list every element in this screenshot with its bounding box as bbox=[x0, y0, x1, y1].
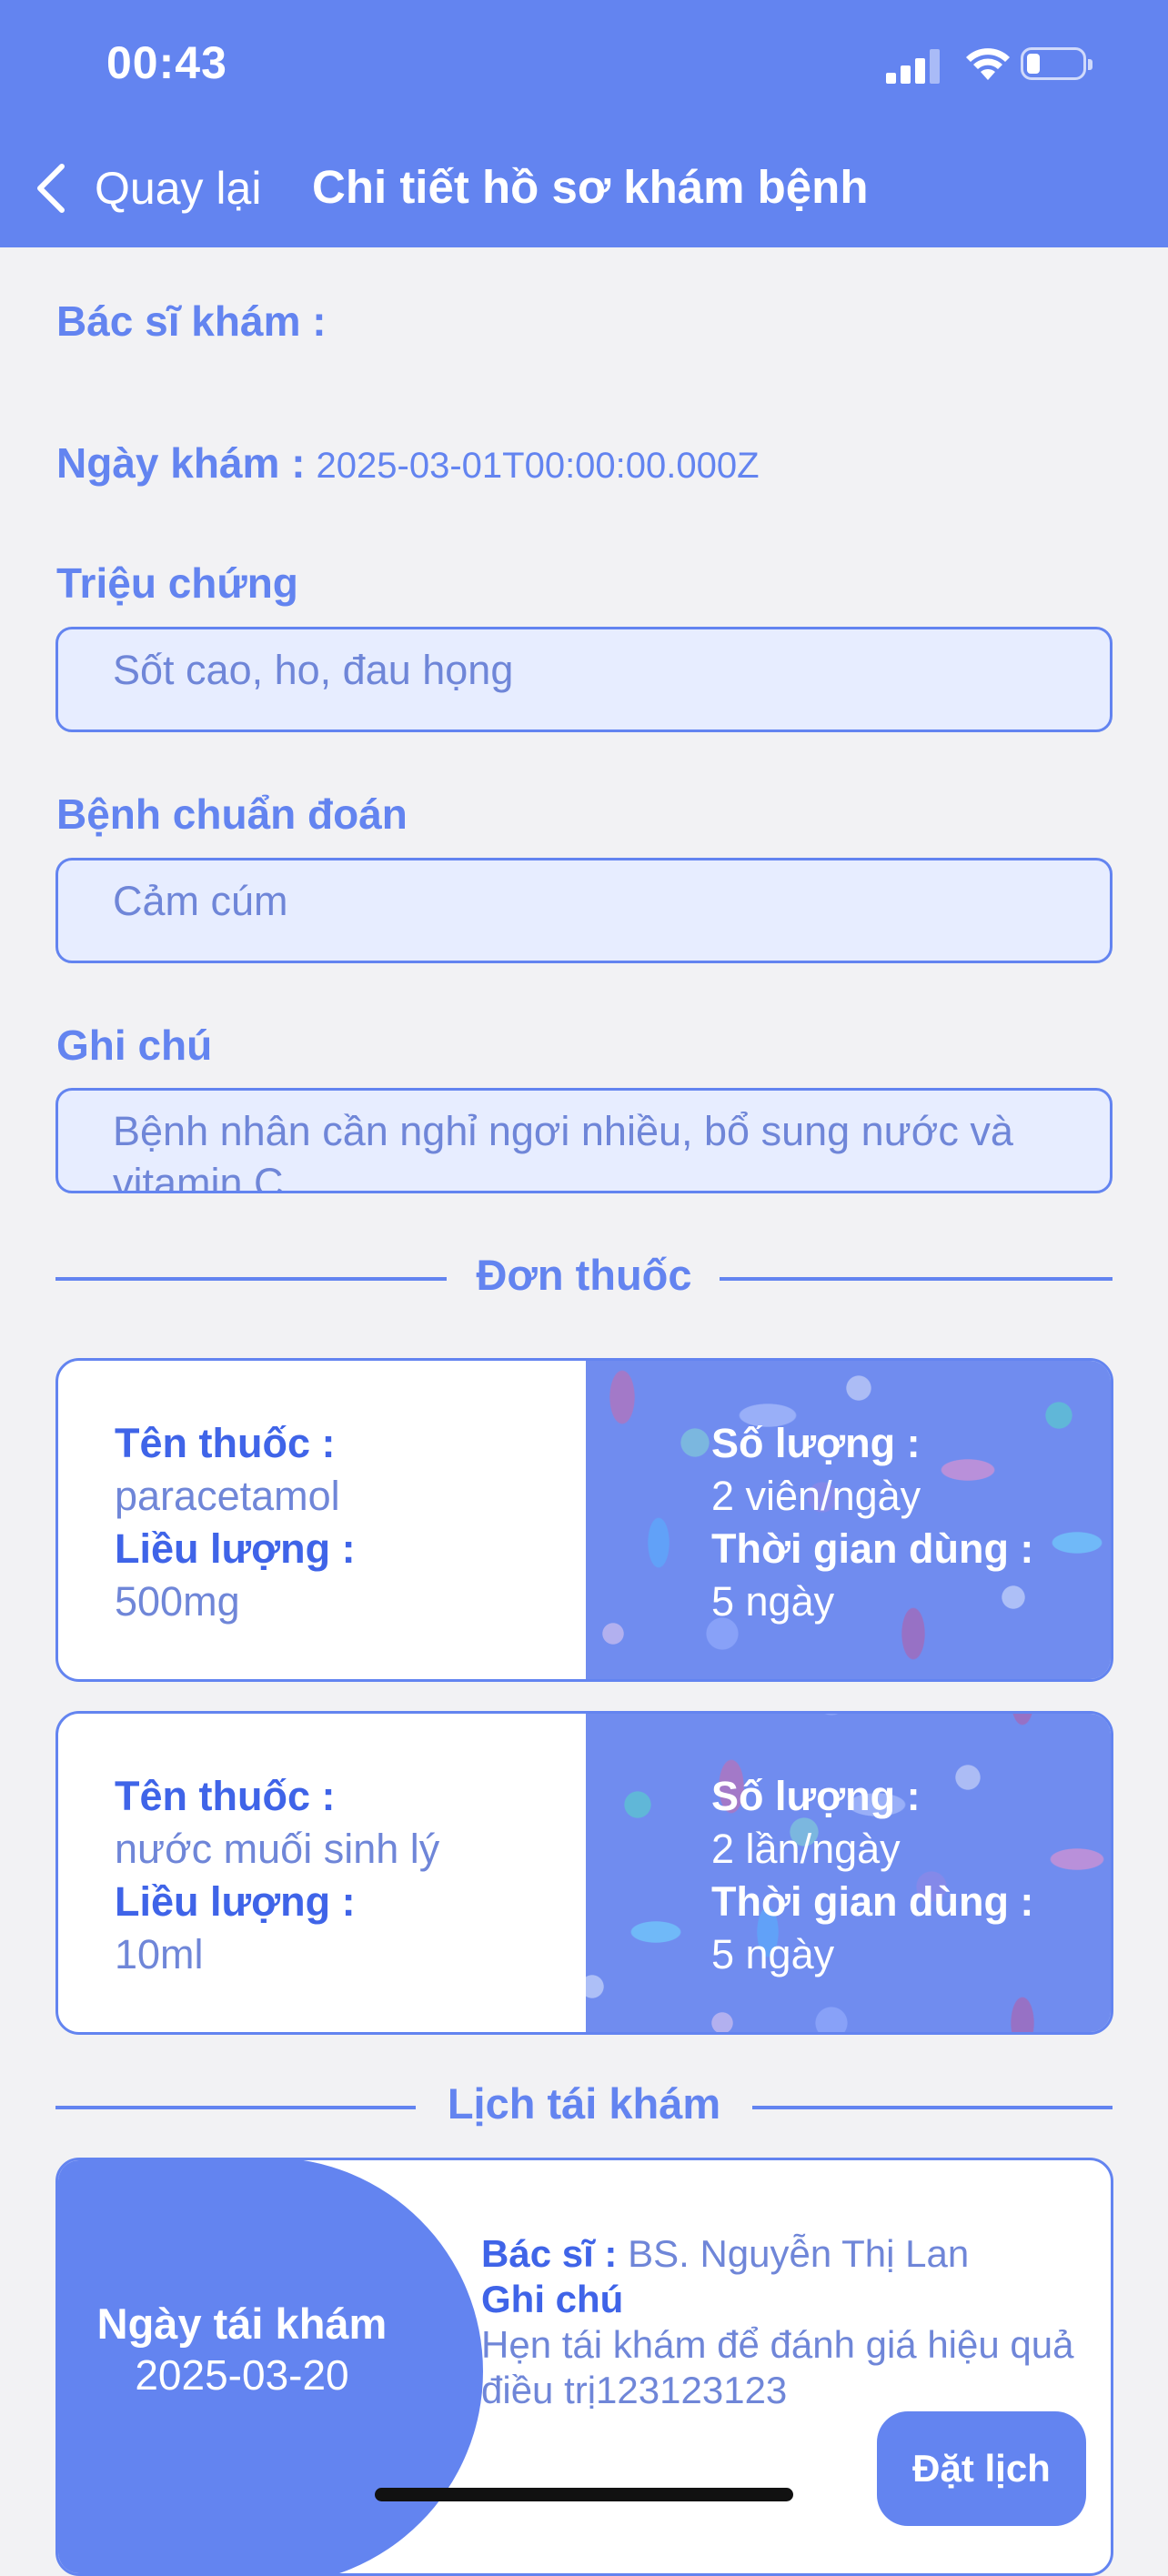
medicine-card[interactable]: Tên thuốc : paracetamol Liều lượng : 500… bbox=[55, 1358, 1113, 1682]
followup-note-value: Hẹn tái khám để đánh giá hiệu quả điều t… bbox=[481, 2323, 1074, 2411]
diagnosis-field[interactable]: Cảm cúm bbox=[55, 858, 1113, 963]
divider-line-right bbox=[752, 2106, 1113, 2109]
followup-title: Lịch tái khám bbox=[447, 2079, 721, 2128]
followup-date-label: Ngày tái khám bbox=[96, 2299, 388, 2348]
status-time: 00:43 bbox=[106, 37, 227, 88]
symptoms-label: Triệu chứng bbox=[56, 559, 298, 607]
diagnosis-label: Bệnh chuẩn đoán bbox=[56, 790, 408, 838]
duration-value: 5 ngày bbox=[711, 1931, 835, 1977]
medicine-usage: Số lượng : 2 viên/ngày Thời gian dùng : … bbox=[711, 1417, 1033, 1628]
home-indicator bbox=[375, 2488, 793, 2501]
dosage-value: 10ml bbox=[115, 1931, 204, 1977]
followup-doctor-row: Bác sĩ : BS. Nguyễn Thị Lan bbox=[481, 2231, 1100, 2277]
duration-value: 5 ngày bbox=[711, 1578, 835, 1625]
symptoms-value: Sốt cao, ho, đau họng bbox=[113, 647, 514, 693]
dosage-key: Liều lượng : bbox=[115, 1878, 356, 1925]
wifi-icon bbox=[966, 48, 1010, 80]
duration-key: Thời gian dùng : bbox=[711, 1525, 1034, 1572]
medicine-info: Tên thuốc : nước muối sinh lý Liều lượng… bbox=[115, 1770, 439, 1981]
signal-icon bbox=[886, 49, 942, 84]
medicine-card[interactable]: Tên thuốc : nước muối sinh lý Liều lượng… bbox=[55, 1711, 1113, 2035]
followup-doctor-key: Bác sĩ : bbox=[481, 2232, 618, 2275]
followup-date-value: 2025-03-20 bbox=[135, 2351, 349, 2399]
exam-date-row: Ngày khám :2025-03-01T00:00:00.000Z bbox=[56, 438, 760, 488]
followup-divider: Lịch tái khám bbox=[55, 2078, 1113, 2133]
back-button[interactable]: Quay lại bbox=[35, 156, 261, 220]
notes-value: Bệnh nhân cần nghỉ ngơi nhiều, bổ sung n… bbox=[113, 1108, 1013, 1193]
divider-line-right bbox=[720, 1277, 1113, 1281]
quantity-key: Số lượng : bbox=[711, 1420, 921, 1466]
quantity-value: 2 lần/ngày bbox=[711, 1826, 901, 1872]
prescription-divider: Đơn thuốc bbox=[55, 1250, 1113, 1304]
notes-label: Ghi chú bbox=[56, 1021, 213, 1069]
medicine-name-key: Tên thuốc : bbox=[115, 1773, 336, 1819]
medicine-info: Tên thuốc : paracetamol Liều lượng : 500… bbox=[115, 1417, 356, 1628]
medicine-usage: Số lượng : 2 lần/ngày Thời gian dùng : 5… bbox=[711, 1770, 1033, 1981]
followup-note-key: Ghi chú bbox=[481, 2278, 624, 2320]
dosage-key: Liều lượng : bbox=[115, 1525, 356, 1572]
app-header: 00:43 Quay lại Chi tiết hồ sơ khám bệnh bbox=[0, 0, 1168, 247]
diagnosis-value: Cảm cúm bbox=[113, 878, 288, 924]
followup-date-block: Ngày tái khám 2025-03-20 bbox=[58, 2160, 483, 2573]
dosage-value: 500mg bbox=[115, 1578, 240, 1625]
medicine-name: paracetamol bbox=[115, 1473, 340, 1519]
symptoms-field[interactable]: Sốt cao, ho, đau họng bbox=[55, 627, 1113, 732]
medicine-name-key: Tên thuốc : bbox=[115, 1420, 336, 1466]
quantity-value: 2 viên/ngày bbox=[711, 1473, 921, 1519]
quantity-key: Số lượng : bbox=[711, 1773, 921, 1819]
back-label: Quay lại bbox=[95, 163, 262, 214]
doctor-label: Bác sĩ khám : bbox=[56, 297, 327, 345]
followup-info: Bác sĩ : BS. Nguyễn Thị Lan Ghi chú Hẹn … bbox=[481, 2231, 1100, 2413]
book-appointment-button[interactable]: Đặt lịch bbox=[877, 2411, 1086, 2526]
followup-doctor-value: BS. Nguyễn Thị Lan bbox=[628, 2232, 970, 2275]
medicine-name: nước muối sinh lý bbox=[115, 1826, 440, 1872]
prescription-title: Đơn thuốc bbox=[476, 1251, 692, 1299]
battery-icon bbox=[1021, 47, 1092, 80]
notes-field[interactable]: Bệnh nhân cần nghỉ ngơi nhiều, bổ sung n… bbox=[55, 1088, 1113, 1193]
page-title: Chi tiết hồ sơ khám bệnh bbox=[312, 161, 869, 213]
exam-date-value: 2025-03-01T00:00:00.000Z bbox=[316, 446, 760, 486]
followup-card[interactable]: Ngày tái khám 2025-03-20 Bác sĩ : BS. Ng… bbox=[55, 2158, 1113, 2576]
chevron-left-icon bbox=[37, 164, 65, 213]
exam-date-label: Ngày khám : bbox=[56, 439, 306, 487]
duration-key: Thời gian dùng : bbox=[711, 1878, 1034, 1925]
